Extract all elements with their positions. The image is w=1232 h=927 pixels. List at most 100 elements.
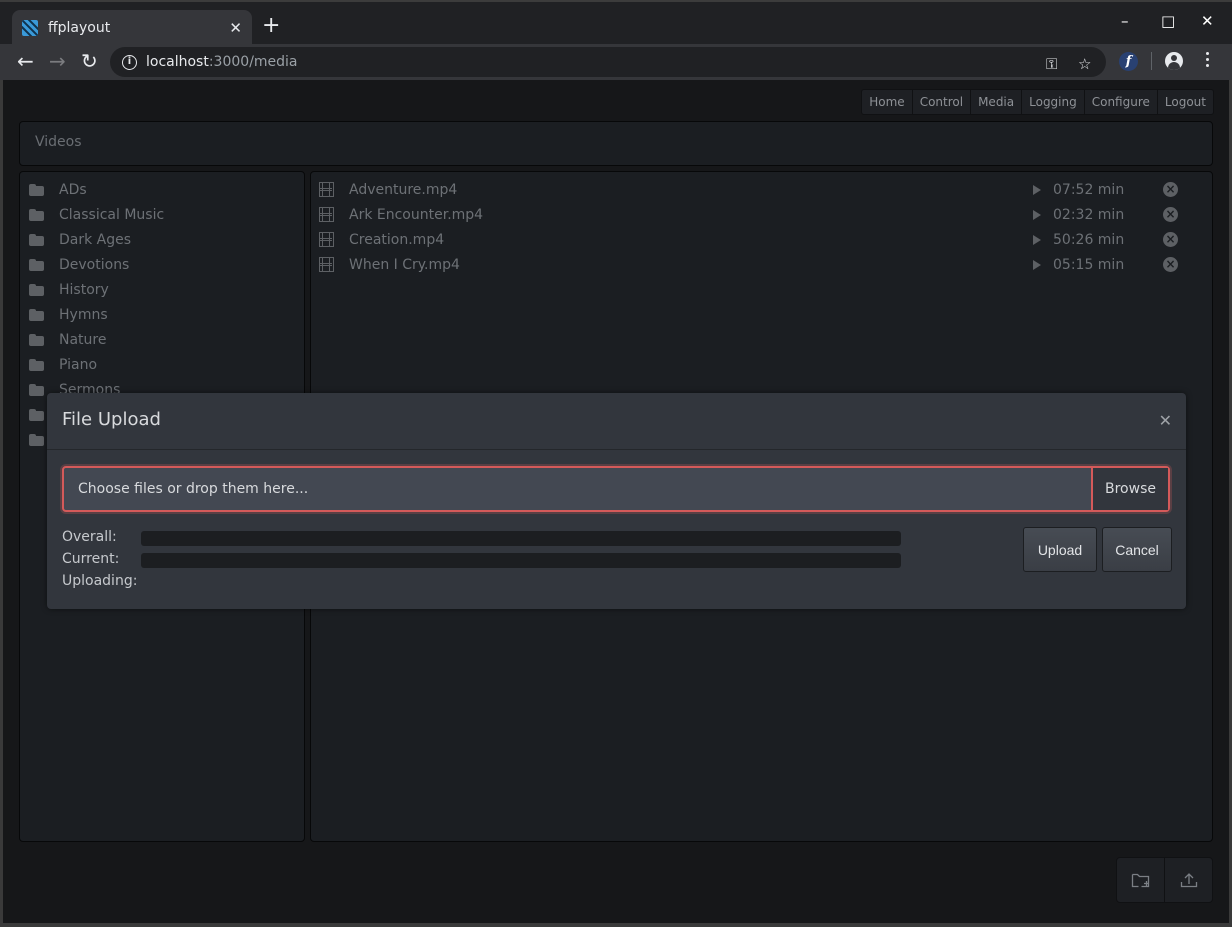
breadcrumb-videos[interactable]: Videos	[35, 134, 82, 150]
address-bar[interactable]: i localhost:3000/media ⚿ ☆	[110, 47, 1106, 77]
close-icon[interactable]: ✕	[1159, 411, 1172, 430]
file-item: Ark Encounter.mp4 02:32 min ×	[319, 202, 1199, 227]
file-duration: 05:15 min	[1053, 256, 1125, 273]
nav-logging[interactable]: Logging	[1021, 90, 1084, 114]
media-actions	[1116, 857, 1213, 903]
reload-icon[interactable]: ↻	[81, 50, 98, 72]
site-info-icon[interactable]: i	[122, 54, 137, 70]
file-name[interactable]: Adventure.mp4	[349, 182, 1033, 198]
folder-icon	[29, 358, 44, 371]
modal-header: File Upload ✕	[47, 393, 1186, 450]
delete-file-icon[interactable]: ×	[1163, 232, 1178, 247]
forward-arrow-icon[interactable]: →	[49, 50, 66, 72]
profile-avatar-icon[interactable]	[1165, 52, 1183, 70]
folder-icon	[29, 433, 44, 446]
nav-home[interactable]: Home	[862, 90, 911, 114]
browser-tab-strip: ffplayout ✕ + – □ ✕	[0, 0, 1232, 46]
play-preview-icon[interactable]	[1033, 184, 1041, 195]
overall-label: Overall:	[62, 529, 117, 545]
url-path: :3000/media	[208, 54, 298, 70]
video-file-icon	[319, 232, 334, 247]
browser-toolbar: ← → ↻ i localhost:3000/media ⚿ ☆	[0, 44, 1232, 80]
play-preview-icon[interactable]	[1033, 209, 1041, 220]
folder-item[interactable]: Classical Music	[29, 202, 164, 227]
delete-file-icon[interactable]: ×	[1163, 182, 1178, 197]
window-maximize-button[interactable]: □	[1161, 12, 1175, 30]
toolbar-divider	[1151, 52, 1152, 70]
cancel-button[interactable]: Cancel	[1102, 527, 1172, 572]
file-name[interactable]: Ark Encounter.mp4	[349, 207, 1033, 223]
folder-icon	[29, 283, 44, 296]
folder-name: History	[59, 281, 109, 298]
url-host: localhost	[146, 54, 209, 70]
folder-plus-icon	[1131, 873, 1149, 888]
folder-item[interactable]: Piano	[29, 352, 97, 377]
folder-name: Devotions	[59, 256, 130, 273]
file-upload-modal: File Upload ✕ Choose files or drop them …	[47, 393, 1186, 609]
folder-name: Classical Music	[59, 206, 165, 223]
browser-menu-icon[interactable]	[1206, 52, 1209, 69]
browse-button[interactable]: Browse	[1091, 468, 1168, 510]
tab-title: ffplayout	[48, 20, 111, 36]
folder-name: Piano	[59, 356, 98, 373]
bookmark-star-icon[interactable]: ☆	[1078, 55, 1091, 73]
overall-progress-bar	[141, 531, 901, 546]
folder-item[interactable]: ADs	[29, 177, 87, 202]
folder-name: Nature	[59, 331, 107, 348]
back-arrow-icon[interactable]: ←	[17, 50, 34, 72]
folder-icon	[29, 208, 44, 221]
file-item: Adventure.mp4 07:52 min ×	[319, 177, 1199, 202]
breadcrumb: Videos	[19, 121, 1213, 166]
folder-name: Dark Ages	[59, 231, 132, 248]
folder-icon	[29, 183, 44, 196]
folder-item[interactable]: Devotions	[29, 252, 129, 277]
folder-item[interactable]: Hymns	[29, 302, 108, 327]
new-tab-plus-icon[interactable]: +	[262, 14, 280, 38]
delete-file-icon[interactable]: ×	[1163, 207, 1178, 222]
folder-icon	[29, 258, 44, 271]
folder-icon	[29, 383, 44, 396]
browser-tab[interactable]: ffplayout ✕	[12, 10, 252, 46]
folder-name: ADs	[59, 181, 87, 198]
tab-close-icon[interactable]: ✕	[229, 19, 242, 37]
file-name[interactable]: When I Cry.mp4	[349, 257, 1033, 273]
modal-title: File Upload	[62, 409, 161, 430]
current-label: Current:	[62, 551, 120, 567]
folder-icon	[29, 408, 44, 421]
fedora-extension-icon[interactable]: f	[1119, 52, 1138, 71]
page-viewport: Home Control Media Logging Configure Log…	[3, 80, 1229, 923]
file-picker[interactable]: Choose files or drop them here... Browse	[62, 466, 1170, 512]
folder-item[interactable]: Dark Ages	[29, 227, 131, 252]
video-file-icon	[319, 182, 334, 197]
folder-item[interactable]: History	[29, 277, 109, 302]
current-progress-bar	[141, 553, 901, 568]
upload-button[interactable]	[1164, 858, 1212, 902]
play-preview-icon[interactable]	[1033, 234, 1041, 245]
upload-submit-button[interactable]: Upload	[1023, 527, 1097, 572]
folder-icon	[29, 333, 44, 346]
nav-control[interactable]: Control	[911, 90, 970, 114]
file-duration: 50:26 min	[1053, 231, 1125, 248]
nav-logout[interactable]: Logout	[1156, 90, 1213, 114]
window-minimize-button[interactable]: –	[1121, 12, 1129, 30]
nav-configure[interactable]: Configure	[1083, 90, 1157, 114]
nav-media[interactable]: Media	[970, 90, 1021, 114]
delete-file-icon[interactable]: ×	[1163, 257, 1178, 272]
folder-item[interactable]: Nature	[29, 327, 106, 352]
upload-icon	[1180, 873, 1197, 888]
play-preview-icon[interactable]	[1033, 259, 1041, 270]
file-name[interactable]: Creation.mp4	[349, 232, 1033, 248]
file-item: Creation.mp4 50:26 min ×	[319, 227, 1199, 252]
ffplayout-favicon-icon	[22, 20, 38, 36]
add-folder-button[interactable]	[1117, 858, 1164, 902]
key-icon[interactable]: ⚿	[1046, 55, 1057, 73]
main-nav: Home Control Media Logging Configure Log…	[861, 89, 1214, 115]
video-file-icon	[319, 257, 334, 272]
folder-name: Hymns	[59, 306, 108, 323]
file-input-placeholder[interactable]: Choose files or drop them here...	[64, 468, 1091, 510]
file-duration: 02:32 min	[1053, 206, 1125, 223]
uploading-label: Uploading:	[62, 573, 138, 589]
folder-icon	[29, 233, 44, 246]
window-close-button[interactable]: ✕	[1201, 12, 1214, 30]
file-duration: 07:52 min	[1053, 181, 1125, 198]
